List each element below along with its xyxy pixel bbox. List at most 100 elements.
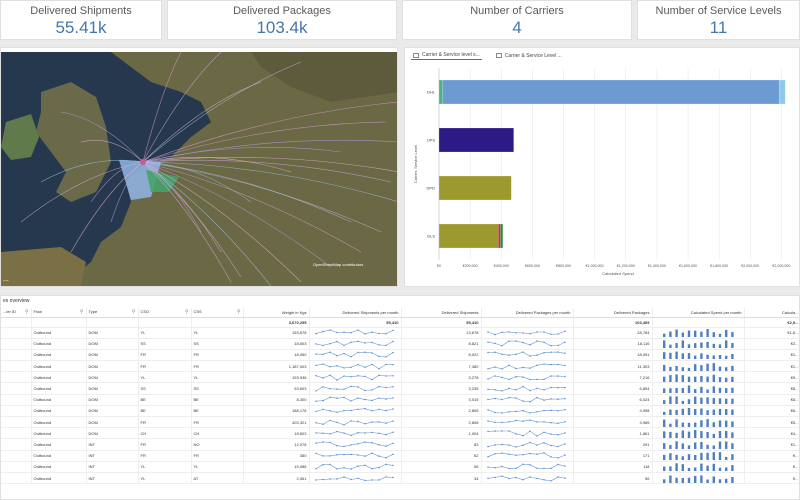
table-cell: DOM	[86, 405, 139, 418]
bar-segment[interactable]	[779, 79, 786, 105]
services-overview-table-panel[interactable]: es overview ...ier ID ⚲ Flow ⚲ Type ⚲ CSO ⚲ CSS ⚲…	[0, 295, 800, 500]
column-header[interactable]: Delivered Packages per month	[481, 308, 574, 318]
spend-trend-sparkbars	[652, 472, 745, 485]
sparkline-icon	[486, 340, 566, 347]
table-cell: BE	[138, 394, 192, 406]
monthly-trend-sparkline	[309, 371, 402, 384]
table-row[interactable]: Outbound DOM FR FR 403,321 2,808 3,965 €5...	[1, 416, 799, 429]
column-header[interactable]: Delivered Packages	[573, 308, 653, 318]
bar-segment[interactable]	[442, 79, 780, 105]
table-row[interactable]: Outbound INT YL AT 2,061 34 56 €...	[1, 472, 799, 485]
table-row[interactable]: Outbound INT FR NO 12,078 83 291 €1...	[1, 438, 799, 451]
bar-segment[interactable]	[500, 223, 503, 249]
kpi-delivered-packages[interactable]: Delivered Packages 103.4k	[167, 0, 397, 40]
table-cell: €...	[744, 461, 799, 473]
table-cell: 83	[401, 438, 482, 451]
table-row[interactable]: Outbound DOM FR FR 18,060 8,022 18,051 €1...	[1, 349, 799, 362]
column-header[interactable]: Calcula...	[744, 308, 799, 318]
column-header[interactable]: Calculated Spend per month	[652, 308, 745, 318]
table-cell: 3,278	[401, 371, 482, 384]
table-cell: INT	[86, 450, 139, 462]
spend-trend-sparkbars	[652, 438, 745, 451]
table-row[interactable]: Outbound DOM YL YL 153,678 13,678 28,784 €1,6..…	[1, 327, 799, 339]
monthly-trend-sparkline	[481, 371, 574, 384]
carrier-spend-chart-panel[interactable]: Carrier & Service level s... Carrier & S…	[404, 47, 800, 287]
table-cell: Outbound	[31, 472, 87, 485]
x-axis-label: Calculated Spend	[602, 271, 634, 276]
sparkline-icon	[314, 441, 394, 448]
table-row[interactable]: Outbound DOM BE BE 8,300 3,015 6,024 €8...	[1, 394, 799, 406]
table-cell	[1, 360, 32, 373]
spend-trend-sparkbars	[652, 461, 745, 473]
table-row[interactable]: Outbound DOM SS SS 18,603 8,821 18,116 €2...	[1, 338, 799, 350]
table-cell: 8,300	[243, 394, 310, 406]
table-row[interactable]: Outbound INT FR FR 380 62 171 €...	[1, 450, 799, 462]
table-cell: 18,116	[573, 338, 653, 350]
sparkline-icon	[662, 374, 734, 382]
sparkline-icon	[662, 408, 734, 416]
table-cell: Outbound	[31, 327, 87, 339]
search-icon[interactable]: ⚲	[185, 309, 189, 315]
table-cell: 6,024	[573, 394, 653, 406]
monthly-trend-sparkline	[309, 438, 402, 451]
search-icon[interactable]: ⚲	[132, 309, 136, 315]
table-row[interactable]: Outbound DOM CH CH 18,603 1,004 1,861 €4...	[1, 427, 799, 440]
table-cell: Outbound	[31, 427, 87, 440]
table-cell	[1, 371, 32, 384]
column-header[interactable]: Delivered Shipments	[401, 308, 482, 318]
sparkline-icon	[662, 429, 734, 438]
kpi-number-of-carriers[interactable]: Number of Carriers 4	[402, 0, 632, 40]
sparkline-icon	[314, 419, 394, 426]
table-row[interactable]: Outbound DOM YL YL 153,938 3,278 7,216 €9...	[1, 371, 799, 384]
table-cell: CH	[191, 427, 244, 440]
sparkline-icon	[662, 396, 734, 405]
kpi-title: Delivered Packages	[233, 5, 331, 17]
column-header[interactable]: ...ier ID ⚲	[1, 308, 32, 318]
spend-trend-sparkbars	[652, 394, 745, 406]
column-header[interactable]: Flow ⚲	[31, 308, 87, 318]
column-header[interactable]: CSO ⚲	[138, 308, 192, 318]
totals-row: 3,670,255 55,410 55,410 103,409 €2,5...	[1, 317, 799, 328]
spend-bar-chart[interactable]: €0 €200,000 €400,000 €600,000 €800,000 €1,000…	[405, 60, 800, 287]
search-icon[interactable]: ⚲	[25, 309, 29, 315]
column-header[interactable]: Type ⚲	[86, 308, 139, 318]
table-row[interactable]: Outbound DOM SS SS 53,603 3,235 6,854 €8...	[1, 382, 799, 395]
table-cell: 1,861	[573, 427, 653, 440]
column-header[interactable]: CSS ⚲	[191, 308, 244, 318]
table-cell: AT	[191, 472, 244, 485]
column-header-label: Calcula...	[781, 309, 799, 315]
table-cell: DOM	[86, 416, 139, 429]
x-tick-label: €1,200,000	[617, 264, 635, 268]
sparkline-icon	[314, 385, 394, 392]
bar-segment[interactable]	[438, 175, 512, 201]
search-icon[interactable]: ⚲	[80, 309, 84, 315]
table-cell: 2,808	[401, 416, 482, 429]
table-row[interactable]: Outbound DOM BE BE 188,178 2,805 4,998 €6...	[1, 405, 799, 418]
tab-bar-chart[interactable]: Carrier & Service level s...	[411, 51, 482, 60]
kpi-number-of-service-levels[interactable]: Number of Service Levels 11	[637, 0, 800, 40]
bar-segment[interactable]	[438, 79, 443, 105]
x-tick-label: €2,000,000	[741, 264, 759, 268]
table-cell	[1, 405, 32, 418]
table-cell: BE	[191, 394, 244, 406]
sparkline-icon	[486, 463, 566, 470]
shipment-flow-map[interactable]: OpenStreetMap contributors ⟷	[0, 47, 398, 287]
table-cell: €...	[744, 472, 799, 485]
column-header[interactable]: Weight in Kgs	[243, 308, 310, 318]
table-row[interactable]: Outbound DOM FR FR 1,187,003 7,380 11,303 €1...	[1, 360, 799, 373]
table-cell: 188,178	[243, 405, 310, 418]
sparkline-icon	[486, 441, 566, 448]
table-cell	[1, 416, 32, 429]
map-canvas[interactable]: OpenStreetMap contributors ⟷	[1, 52, 398, 286]
table-cell: BE	[138, 405, 192, 418]
tab-label: Carrier & Service Level ...	[504, 52, 562, 59]
bar-segment[interactable]	[438, 223, 499, 249]
bar-segment[interactable]	[498, 223, 501, 249]
column-header[interactable]: Delivered Shipments per month	[309, 308, 402, 318]
sparkline-icon	[486, 330, 566, 336]
search-icon[interactable]: ⚲	[237, 309, 241, 315]
table-row[interactable]: Outbound INT YL YL 15,088 56 118 €...	[1, 461, 799, 473]
kpi-delivered-shipments[interactable]: Delivered Shipments 55.41k	[0, 0, 162, 40]
tab-table[interactable]: Carrier & Service Level ...	[494, 51, 564, 60]
bar-segment[interactable]	[438, 127, 514, 153]
